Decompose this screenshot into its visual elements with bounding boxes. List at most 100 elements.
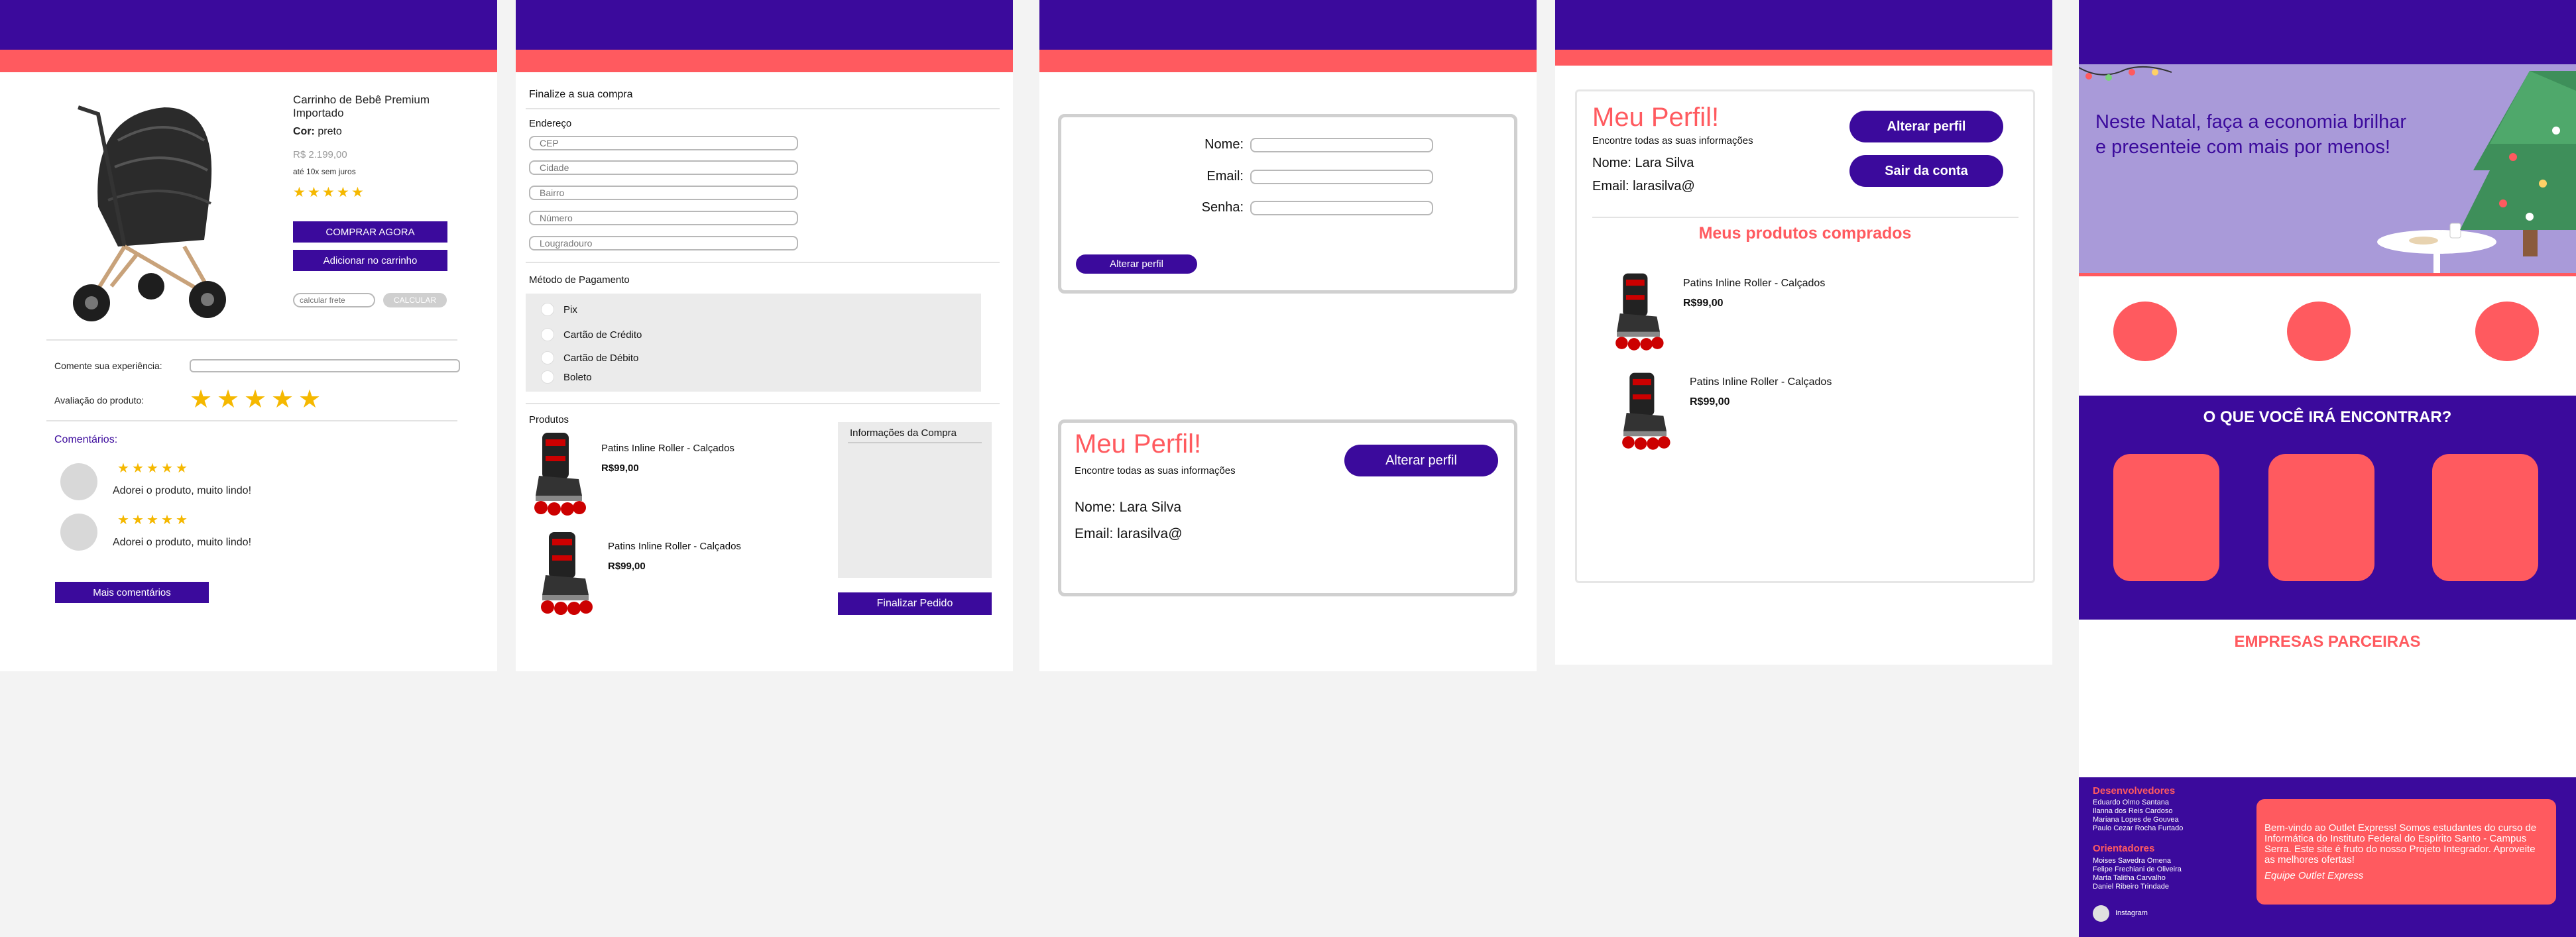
star-icon[interactable]: ★ — [190, 387, 212, 412]
about-text: Bem-vindo ao Outlet Express! Somos estud… — [2264, 822, 2537, 865]
address-title: Endereço — [529, 118, 572, 129]
profile-title: Meu Perfil! — [1592, 103, 1720, 132]
email-line: Email: larasilva@ — [1592, 179, 1695, 193]
pix-radio[interactable] — [541, 303, 554, 316]
product-price: R$99,00 — [1683, 298, 1724, 309]
divider — [526, 108, 1000, 109]
developer-name: Eduardo Olmo Santana — [2093, 799, 2169, 806]
avatar — [60, 463, 97, 500]
freight-input[interactable] — [293, 293, 375, 307]
profile-card: Meu Perfil! Encontre todas as suas infor… — [1058, 419, 1517, 596]
payment-options-panel — [526, 294, 981, 392]
purchase-info-title: Informações da Compra — [850, 427, 957, 439]
name-input[interactable] — [1250, 138, 1433, 152]
product-name: Patins Inline Roller - Calçados — [1690, 376, 1832, 388]
header-accent-bar — [516, 50, 1013, 72]
star-icon: ★ — [351, 185, 364, 200]
roller-skate-image — [1622, 372, 1670, 450]
star-icon[interactable]: ★ — [244, 387, 266, 412]
debit-card-radio[interactable] — [541, 351, 554, 364]
logout-button[interactable]: Sair da conta — [1849, 155, 2003, 187]
city-field[interactable] — [529, 160, 798, 175]
debit-card-label[interactable]: Cartão de Débito — [563, 353, 638, 364]
divider — [46, 420, 457, 421]
header-bar — [2079, 0, 2576, 64]
more-comments-button[interactable]: Mais comentários — [55, 582, 209, 603]
product-color: Cor: preto — [293, 126, 342, 138]
header-accent-bar — [0, 50, 497, 72]
profile-subtitle: Encontre todas as suas informações — [1592, 135, 1753, 146]
divider — [46, 339, 457, 341]
password-input[interactable] — [1250, 201, 1433, 215]
comment-text: Adorei o produto, muito lindo! — [113, 485, 252, 496]
category-card[interactable] — [2268, 454, 2374, 581]
category-circle[interactable] — [2475, 302, 2539, 361]
comment-input[interactable] — [190, 359, 460, 372]
star-icon[interactable]: ★ — [217, 387, 239, 412]
category-circle[interactable] — [2287, 302, 2351, 361]
calculate-freight-button[interactable]: CALCULAR — [383, 293, 447, 307]
color-label: Cor: — [293, 126, 315, 137]
name-line: Nome: Lara Silva — [1592, 156, 1694, 170]
developer-name: Mariana Lopes de Gouvea — [2093, 816, 2179, 824]
rating-label: Avaliação do produto: — [54, 395, 145, 406]
instagram-link[interactable]: Instagram — [2115, 909, 2148, 917]
star-icon: ★ — [176, 513, 188, 527]
star-icon: ★ — [176, 461, 188, 476]
category-card[interactable] — [2432, 454, 2538, 581]
alter-profile-button[interactable]: Alterar perfil — [1344, 445, 1498, 476]
comment-label: Comente sua experiência: — [54, 360, 162, 371]
password-label: Senha: — [1201, 200, 1244, 215]
header-bar — [0, 0, 497, 50]
avatar — [60, 514, 97, 551]
alter-profile-button[interactable]: Alterar perfil — [1849, 111, 2003, 142]
cep-field[interactable] — [529, 136, 798, 150]
star-icon: ★ — [117, 461, 129, 476]
profile-panel: Meu Perfil! Encontre todas as suas infor… — [1575, 89, 2035, 583]
christmas-banner: Neste Natal, faça a economia brilhar e p… — [2079, 64, 2576, 275]
finish-order-button[interactable]: Finalizar Pedido — [838, 592, 992, 615]
alter-profile-button[interactable]: Alterar perfil — [1076, 254, 1197, 274]
product-price: R$99,00 — [608, 561, 646, 572]
rating-input[interactable]: ★ ★ ★ ★ ★ — [190, 387, 329, 412]
header-bar — [1555, 0, 2052, 50]
product-name: Patins Inline Roller - Calçados — [601, 443, 734, 454]
number-field[interactable] — [529, 211, 798, 225]
instagram-icon[interactable] — [2093, 905, 2109, 922]
star-icon[interactable]: ★ — [298, 387, 321, 412]
checkout-title: Finalize a sua compra — [529, 89, 633, 100]
star-icon[interactable]: ★ — [271, 387, 294, 412]
street-field[interactable] — [529, 236, 798, 250]
product-name: Patins Inline Roller - Calçados — [608, 541, 741, 552]
roller-skate-image — [534, 433, 586, 516]
category-circle[interactable] — [2113, 302, 2177, 361]
banner-accent-bar — [2079, 273, 2576, 276]
boleto-label[interactable]: Boleto — [563, 372, 592, 383]
divider — [1592, 217, 2019, 218]
boleto-radio[interactable] — [541, 370, 554, 384]
star-icon: ★ — [337, 185, 349, 200]
product-name: Patins Inline Roller - Calçados — [1683, 278, 1826, 289]
star-icon: ★ — [132, 513, 144, 527]
installments: até 10x sem juros — [293, 167, 356, 176]
developer-name: Paulo Cezar Rocha Furtado — [2093, 824, 2184, 832]
profile-subtitle: Encontre todas as suas informações — [1075, 465, 1236, 476]
category-card[interactable] — [2113, 454, 2219, 581]
neighborhood-field[interactable] — [529, 186, 798, 200]
name-label: Nome: — [1204, 137, 1244, 152]
divider — [526, 403, 1000, 404]
edit-profile-form-card: Nome: Email: Senha: Alterar perfil — [1058, 114, 1517, 294]
header-bar — [516, 0, 1013, 50]
checkout-page-frame: Finalize a sua compra Endereço Método de… — [516, 0, 1013, 671]
star-icon: ★ — [161, 513, 173, 527]
credit-card-radio[interactable] — [541, 328, 554, 341]
credit-card-label[interactable]: Cartão de Crédito — [563, 329, 642, 341]
buy-now-button[interactable]: COMPRAR AGORA — [293, 221, 447, 243]
product-price: R$99,00 — [1690, 396, 1730, 408]
add-to-cart-button[interactable]: Adicionar no carrinho — [293, 250, 447, 271]
star-icon: ★ — [146, 513, 158, 527]
email-input[interactable] — [1250, 170, 1433, 184]
pix-label[interactable]: Pix — [563, 304, 577, 315]
products-title: Produtos — [529, 414, 569, 425]
footer: Desenvolvedores Eduardo Olmo Santana Ila… — [2079, 777, 2576, 937]
